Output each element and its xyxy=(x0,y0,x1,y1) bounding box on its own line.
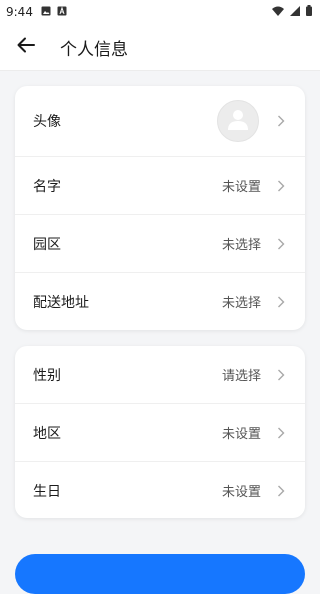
name-label: 名字 xyxy=(33,178,61,195)
gender-label: 性别 xyxy=(33,367,61,384)
battery-icon xyxy=(306,5,312,19)
address-value: 未选择 xyxy=(221,296,261,311)
chevron-right-icon xyxy=(277,115,285,127)
name-value: 未设置 xyxy=(221,180,261,195)
birthday-label: 生日 xyxy=(33,483,61,500)
gender-value: 请选择 xyxy=(221,369,261,384)
profile-card: 头像 名字 未设置 园区 未选择 配送地址 未选择 xyxy=(15,86,305,330)
back-button[interactable] xyxy=(12,33,40,61)
arrow-left-icon xyxy=(17,37,35,57)
park-row[interactable]: 园区 未选择 xyxy=(15,214,305,272)
address-row[interactable]: 配送地址 未选择 xyxy=(15,272,305,330)
park-label: 园区 xyxy=(33,236,61,253)
region-label: 地区 xyxy=(33,425,61,442)
avatar-label: 头像 xyxy=(33,114,61,130)
chevron-right-icon xyxy=(277,180,285,192)
birthday-value: 未设置 xyxy=(221,485,261,500)
app-header: 个人信息 xyxy=(0,24,320,71)
chevron-right-icon xyxy=(277,296,285,308)
text-icon xyxy=(57,5,67,19)
chevron-right-icon xyxy=(277,485,285,497)
signal-icon xyxy=(290,5,300,19)
birthday-row[interactable]: 生日 未设置 xyxy=(15,461,305,518)
status-left-icons xyxy=(41,5,67,19)
page-title: 个人信息 xyxy=(60,39,128,60)
status-right-icons xyxy=(272,5,312,19)
address-label: 配送地址 xyxy=(33,294,89,311)
user-placeholder-icon xyxy=(226,107,250,135)
chevron-right-icon xyxy=(277,427,285,439)
park-value: 未选择 xyxy=(221,238,261,253)
details-card: 性别 请选择 地区 未设置 生日 未设置 xyxy=(15,346,305,518)
primary-action-button[interactable] xyxy=(15,554,305,594)
gender-row[interactable]: 性别 请选择 xyxy=(15,346,305,403)
gallery-icon xyxy=(41,5,51,19)
wifi-icon xyxy=(272,5,284,19)
status-bar: 9:44 xyxy=(0,0,320,24)
chevron-right-icon xyxy=(277,238,285,250)
avatar-row[interactable]: 头像 xyxy=(15,86,305,156)
region-row[interactable]: 地区 未设置 xyxy=(15,403,305,461)
avatar xyxy=(217,100,259,142)
chevron-right-icon xyxy=(277,369,285,381)
region-value: 未设置 xyxy=(221,427,261,442)
name-row[interactable]: 名字 未设置 xyxy=(15,156,305,214)
status-time: 9:44 xyxy=(6,5,33,19)
